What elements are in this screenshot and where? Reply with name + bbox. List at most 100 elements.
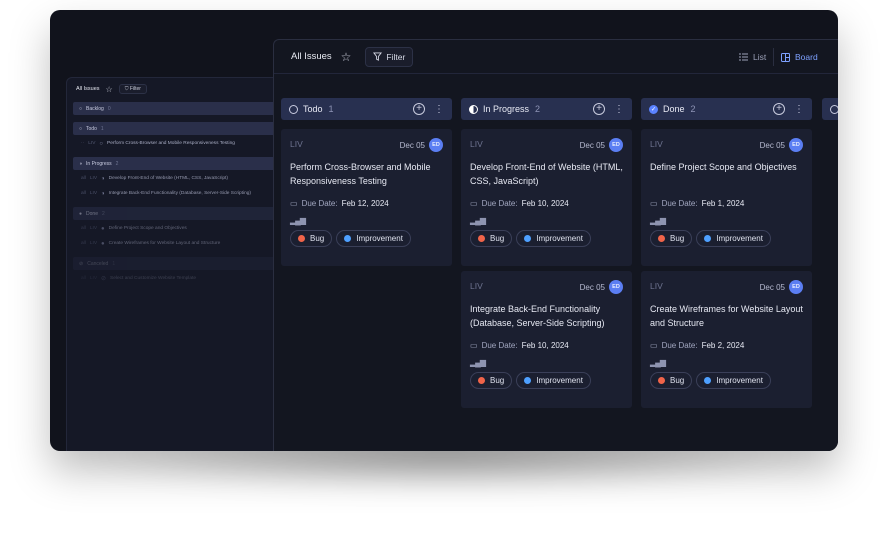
priority-bars-icon[interactable]: ▂▄▆ [650, 358, 803, 367]
canceled-icon: ⊘ [79, 260, 84, 267]
canceled-icon [830, 104, 838, 114]
due-date-label: Due Date: [481, 341, 518, 350]
improvement-dot-icon [524, 235, 532, 242]
column-header: Todo 1 + ⋮ [281, 98, 452, 120]
tag-label: Improvement [356, 234, 403, 243]
canceled-icon: ⊘ [101, 276, 107, 282]
more-options-icon[interactable]: ⋮ [434, 104, 444, 115]
tag-improvement[interactable]: Improvement [336, 230, 411, 247]
bug-dot-icon [658, 377, 665, 384]
group-label: Backlog [86, 105, 104, 112]
tag-bug[interactable]: Bug [650, 372, 693, 389]
app-window: All Issues ☆ ⛉ Filter ○ Backlog 0 ○ Todo 1 ·… [50, 10, 838, 451]
group-count: 1 [112, 260, 116, 267]
issue-card[interactable]: LIV Dec 05 ED Define Project Scope and O… [641, 129, 812, 266]
group-count: 2 [115, 160, 119, 167]
improvement-dot-icon [344, 235, 352, 242]
bug-dot-icon [658, 235, 665, 242]
avatar[interactable]: ED [429, 138, 443, 152]
issue-key: LIV [89, 276, 98, 281]
column-title: Todo [303, 104, 323, 114]
column-header: In Progress 2 + ⋮ [461, 98, 632, 120]
tag-label: Bug [310, 234, 325, 243]
todo-circle-icon [289, 104, 298, 114]
bug-dot-icon [478, 235, 485, 242]
toolbar-divider [773, 48, 774, 66]
issue-title: Create Wireframes for Website Layout and… [650, 304, 803, 328]
tag-improvement[interactable]: Improvement [696, 230, 771, 247]
issue-key: LIV [89, 226, 98, 231]
due-date: ▭ Due Date: Feb 1, 2024 [650, 199, 803, 208]
improvement-dot-icon [524, 377, 532, 384]
bug-dot-icon [478, 377, 485, 384]
priority-bars-icon[interactable]: ▂▄▆ [290, 216, 443, 225]
due-date-value: Feb 2, 2024 [701, 341, 745, 350]
tag-bug[interactable]: Bug [290, 230, 333, 247]
star-icon[interactable]: ☆ [341, 50, 352, 64]
add-issue-button[interactable]: + [773, 103, 785, 115]
more-options-icon[interactable]: ⋮ [614, 104, 624, 115]
due-date-value: Feb 1, 2024 [701, 199, 745, 208]
add-issue-button[interactable]: + [593, 103, 605, 115]
issue-title: Define Project Scope and Objectives [650, 162, 797, 172]
column-title: Done [663, 104, 685, 114]
board-icon [781, 52, 790, 62]
due-date-label: Due Date: [661, 199, 698, 208]
priority-bars-icon[interactable]: ▂▄▆ [470, 358, 623, 367]
column-in-progress: In Progress 2 + ⋮ LIV Dec 05 ED Develop F… [461, 98, 632, 408]
due-date-value: Feb 10, 2024 [521, 199, 569, 208]
column-todo: Todo 1 + ⋮ LIV Dec 05 ED Perform Cross-Br… [281, 98, 452, 266]
issue-card[interactable]: LIV Dec 05 ED Develop Front-End of Websi… [461, 129, 632, 266]
in-progress-icon [469, 104, 478, 114]
column-title: In Progress [483, 104, 530, 114]
issue-title: Integrate Back-End Functionality (Databa… [108, 191, 252, 196]
issue-key: LIV [89, 176, 98, 181]
group-label: Canceled [87, 260, 109, 267]
calendar-icon: ▭ [650, 199, 658, 208]
issue-title: Select and Customize Website Template [110, 276, 196, 281]
avatar[interactable]: ED [609, 280, 623, 294]
issue-title: Define Project Scope and Objectives [108, 226, 187, 231]
avatar[interactable]: ED [789, 138, 803, 152]
list-view-label: List [753, 52, 767, 62]
tag-label: Bug [490, 376, 505, 385]
list-view-toggle[interactable]: List [739, 52, 766, 62]
priority-bars-icon[interactable]: ▂▄▆ [650, 216, 803, 225]
issue-card[interactable]: LIV Dec 05 ED Create Wireframes for Webs… [641, 271, 812, 408]
tag-bug[interactable]: Bug [470, 372, 513, 389]
done-check-icon: ● [79, 210, 83, 217]
column-count: 2 [690, 104, 696, 114]
more-options-icon[interactable]: ⋮ [794, 104, 804, 115]
avatar[interactable]: ED [609, 138, 623, 152]
column-count: 2 [535, 104, 541, 114]
created-date: Dec 05 [399, 141, 425, 150]
improvement-dot-icon [704, 377, 712, 384]
in-progress-icon: ◑ [79, 160, 83, 167]
page-title: All Issues [291, 51, 332, 62]
tag-improvement[interactable]: Improvement [516, 230, 591, 247]
tag-bug[interactable]: Bug [650, 230, 693, 247]
column-done: ✓ Done 2 + ⋮ LIV Dec 05 ED Define Project… [641, 98, 812, 408]
star-icon[interactable]: ☆ [106, 85, 113, 94]
board-view-toggle[interactable]: Board [781, 52, 818, 62]
add-issue-button[interactable]: + [413, 103, 425, 115]
board-window: All Issues ☆ Filter List Board Todo 1 + ⋮ [273, 39, 838, 451]
filter-button[interactable]: Filter [365, 46, 414, 67]
issue-card[interactable]: LIV Dec 05 ED Perform Cross-Browser and … [281, 129, 452, 266]
tag-improvement[interactable]: Improvement [516, 372, 591, 389]
priority-bars-icon[interactable]: ▂▄▆ [470, 216, 623, 225]
tag-label: Improvement [536, 234, 583, 243]
column-header: ✓ Done 2 + ⋮ [641, 98, 812, 120]
avatar[interactable]: ED [789, 280, 803, 294]
tag-improvement[interactable]: Improvement [696, 372, 771, 389]
tag-bug[interactable]: Bug [470, 230, 513, 247]
list-filter-label: Filter [129, 86, 141, 92]
tag-label: Bug [670, 234, 685, 243]
tag-label: Bug [670, 376, 685, 385]
issue-card[interactable]: LIV Dec 05 ED Integrate Back-End Functio… [461, 271, 632, 408]
created-date: Dec 05 [759, 283, 785, 292]
list-filter-button[interactable]: ⛉ Filter [118, 84, 147, 94]
group-count: 2 [101, 210, 105, 217]
tag-label: Improvement [716, 234, 763, 243]
due-date-value: Feb 12, 2024 [341, 199, 389, 208]
